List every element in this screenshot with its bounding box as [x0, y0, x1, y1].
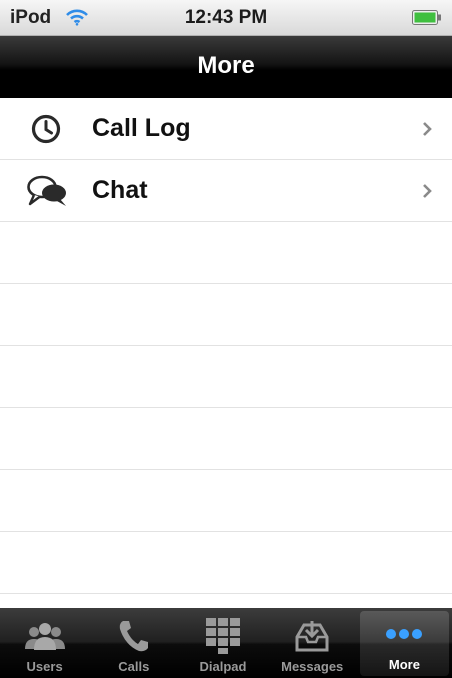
status-time: 12:43 PM [184, 7, 268, 28]
empty-list-row [0, 222, 452, 284]
empty-list-row [0, 284, 452, 346]
tab-calls[interactable]: Calls [89, 608, 178, 678]
tab-label: More [388, 657, 420, 672]
navigation-bar: More [0, 36, 452, 98]
phone-icon [117, 616, 151, 656]
more-menu-list: Call Log Chat [0, 98, 452, 594]
dialpad-icon [205, 616, 241, 656]
tab-label: Users [26, 659, 63, 674]
status-bar: iPod 12:43 PM [0, 0, 452, 36]
menu-item-label: Chat [92, 176, 148, 204]
empty-list-row [0, 532, 452, 594]
tab-more[interactable]: More [359, 611, 450, 676]
empty-list-row [0, 346, 452, 408]
menu-item-label: Call Log [92, 114, 191, 142]
menu-item-call-log[interactable]: Call Log [0, 98, 452, 160]
chevron-right-icon [422, 121, 432, 142]
empty-list-row [0, 470, 452, 532]
battery-icon [412, 10, 442, 30]
more-dots-icon [384, 614, 424, 654]
tab-users[interactable]: Users [0, 608, 89, 678]
tab-bar: Users Calls Dialpad Messages More [0, 608, 452, 678]
chat-bubbles-icon [26, 173, 66, 209]
chevron-right-icon [422, 183, 432, 204]
tab-dialpad[interactable]: Dialpad [178, 608, 267, 678]
tab-label: Messages [281, 659, 344, 674]
menu-item-chat[interactable]: Chat [0, 160, 452, 222]
page-title: More [197, 52, 255, 79]
empty-list-row [0, 408, 452, 470]
tab-label: Calls [118, 659, 150, 674]
users-icon [23, 616, 67, 656]
tab-label: Dialpad [199, 659, 247, 674]
clock-icon [26, 111, 66, 147]
inbox-icon [294, 616, 330, 656]
tab-messages[interactable]: Messages [268, 608, 357, 678]
